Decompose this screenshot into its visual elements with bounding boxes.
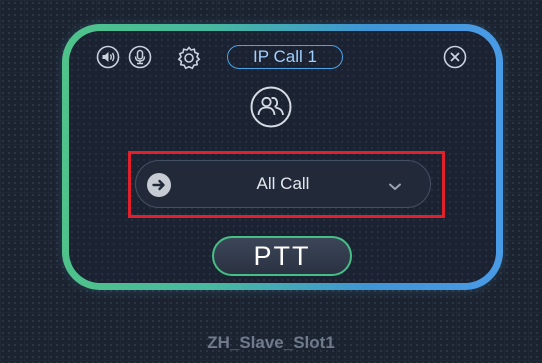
ptt-button[interactable]: PTT bbox=[212, 236, 352, 276]
call-title: IP Call 1 bbox=[227, 45, 343, 69]
microphone-icon[interactable] bbox=[128, 45, 152, 69]
slot-label: ZH_Slave_Slot1 bbox=[207, 333, 335, 352]
speaker-icon[interactable] bbox=[96, 45, 120, 69]
close-icon[interactable] bbox=[443, 45, 467, 69]
group-icon bbox=[250, 86, 292, 128]
gear-icon[interactable] bbox=[176, 45, 202, 71]
selection-highlight-box bbox=[128, 151, 445, 218]
call-panel-frame: IP Call 1 All Call PTT bbox=[62, 24, 503, 290]
call-panel: IP Call 1 All Call PTT bbox=[69, 31, 496, 283]
